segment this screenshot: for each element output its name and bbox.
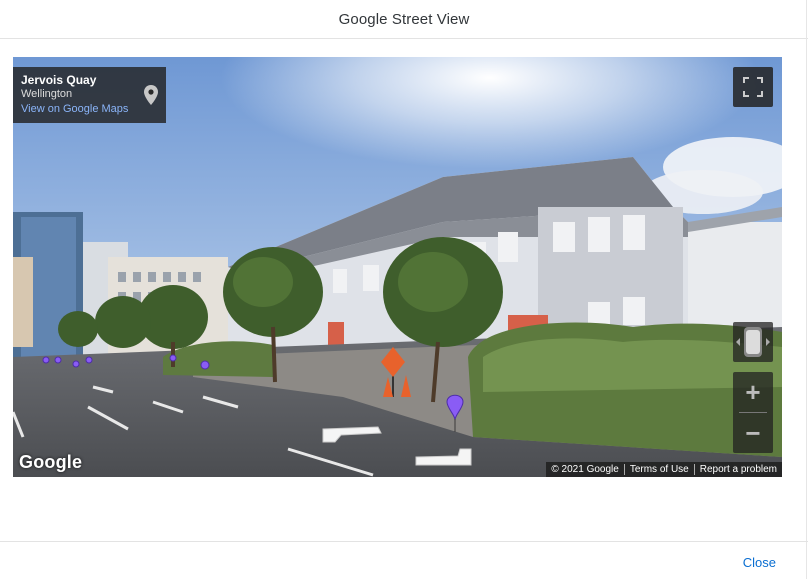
attribution-bar: © 2021 Google Terms of Use Report a prob… (546, 462, 782, 477)
location-city: Wellington (21, 88, 73, 100)
dialog-footer: Close (0, 541, 808, 579)
zoom-out-button[interactable]: − (733, 413, 773, 453)
dialog-edge (806, 0, 807, 579)
view-on-google-maps-link[interactable]: View on Google Maps (21, 102, 158, 117)
copyright-text: © 2021 Google (551, 464, 619, 475)
dialog-title: Google Street View (338, 10, 470, 28)
location-info-card: Jervois Quay Wellington View on Google M… (13, 67, 166, 123)
fullscreen-icon (743, 77, 763, 97)
location-name: Jervois Quay (21, 73, 97, 87)
fullscreen-button[interactable] (733, 67, 773, 107)
terms-of-use-link[interactable]: Terms of Use (625, 462, 694, 477)
close-button[interactable]: Close (743, 555, 776, 570)
dialog-header: Google Street View (0, 0, 808, 39)
zoom-control: + − (733, 372, 773, 453)
google-logo: Google (19, 452, 83, 472)
report-problem-link[interactable]: Report a problem (695, 462, 782, 477)
map-pin-icon (144, 85, 158, 105)
pegman-control[interactable] (733, 322, 773, 362)
zoom-in-button[interactable]: + (733, 372, 773, 412)
street-view-panorama[interactable]: Jervois Quay Wellington View on Google M… (13, 57, 782, 477)
pegman-icon (736, 327, 770, 357)
